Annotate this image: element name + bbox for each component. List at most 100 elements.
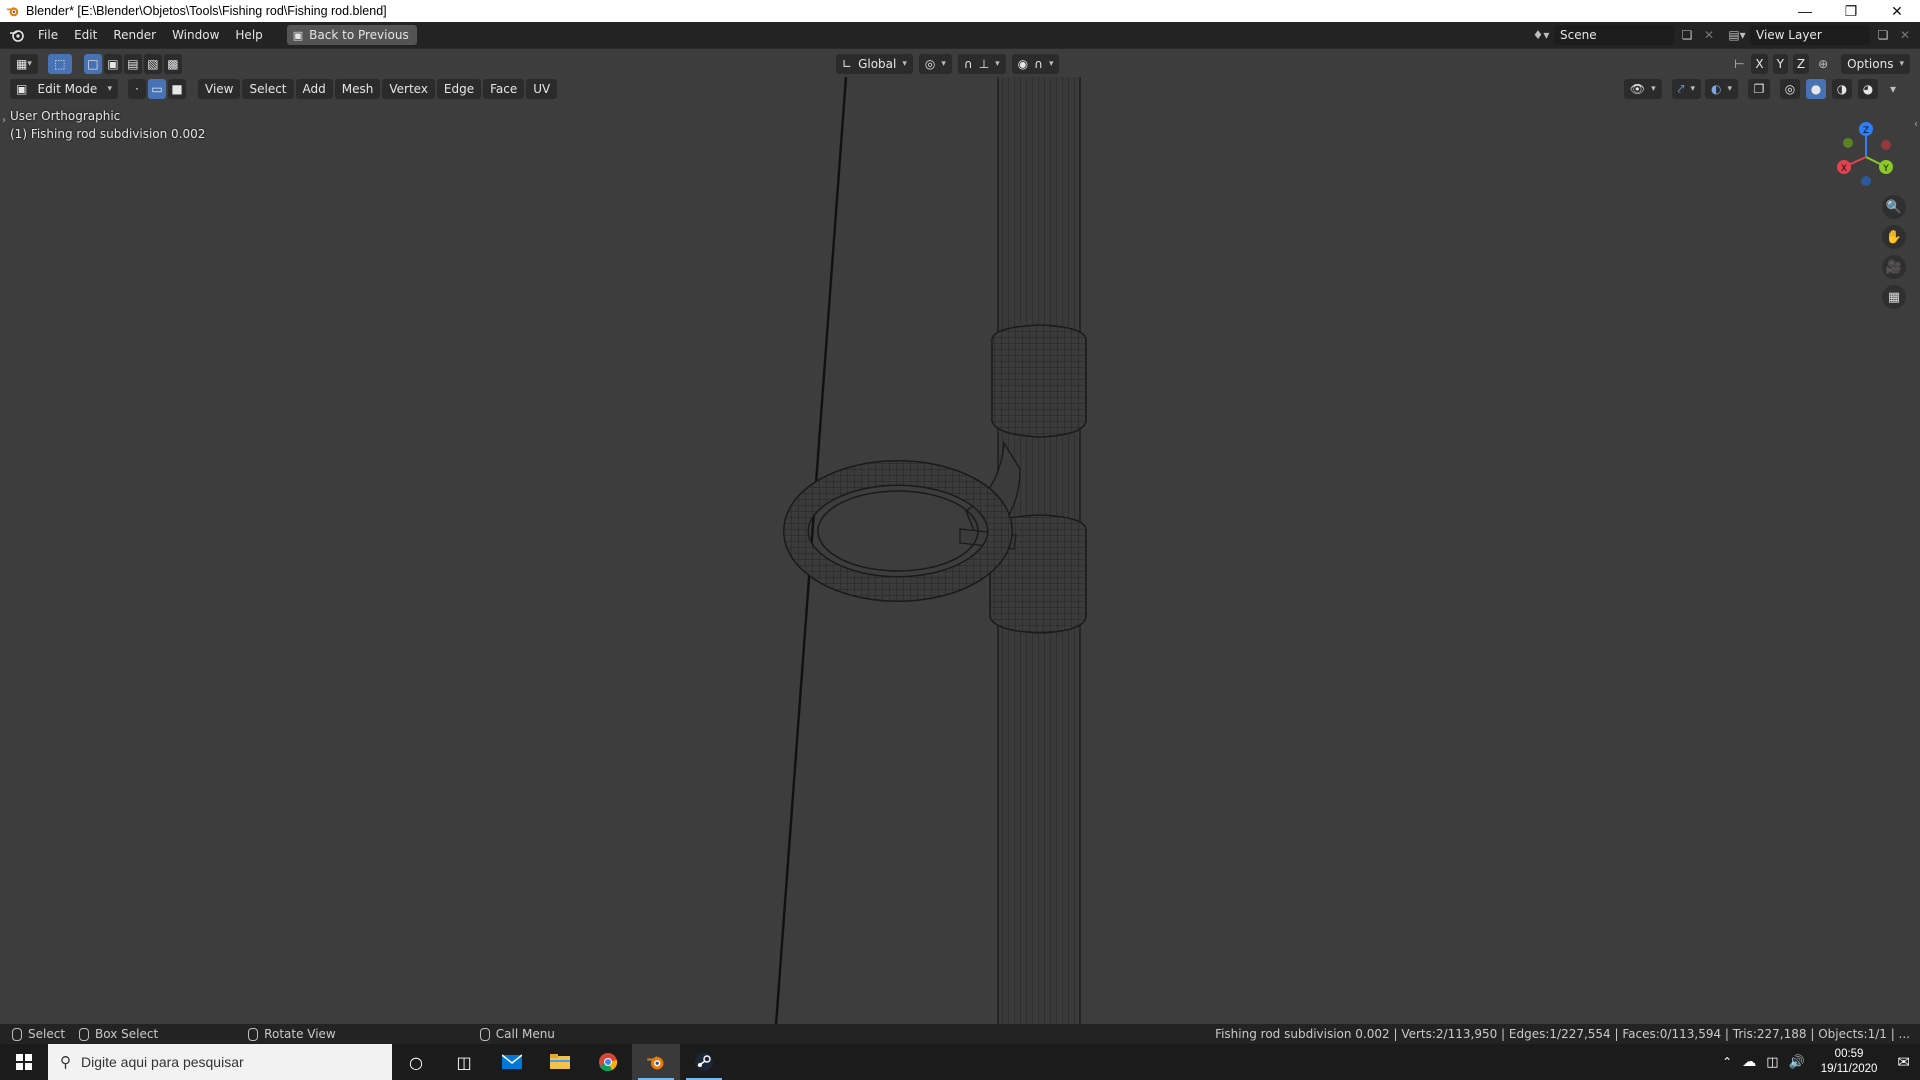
editor-type-button[interactable]: ▦ ▾ [10,54,38,74]
falloff-icon: ∩ [1034,57,1043,71]
perspective-grid-icon[interactable]: ▦ [1882,285,1906,309]
pivot-point-dropdown[interactable]: ◎ ▾ [918,54,952,74]
status-bar: Select Box Select Rotate View Call Menu … [0,1024,1920,1044]
pan-hand-icon[interactable]: ✋ [1882,225,1906,249]
gizmo-z-label: Z [1863,126,1869,136]
mail-app-icon[interactable] [488,1044,536,1080]
network-wifi-icon[interactable]: ◫ [1766,1055,1778,1070]
gizmos-dropdown[interactable]: ⤤ ▾ [1671,79,1701,99]
topbar-right-group: ♦▾ Scene ❏ ✕ ▤▾ View Layer ❏ ✕ [1532,24,1920,46]
select-mode-new-button[interactable]: □ [83,54,102,74]
select-mode-extend-button[interactable]: ▣ [103,54,122,74]
eye-icon: 👁 [1629,82,1646,96]
menu-help[interactable]: Help [227,24,270,46]
select-mode-intersect-button[interactable]: ▩ [163,54,182,74]
transform-orientation-dropdown[interactable]: ∟ Global ▾ [836,54,913,74]
overlays-dropdown[interactable]: ◐ ▾ [1704,79,1738,99]
view-layer-name: View Layer [1756,28,1822,42]
viewport-menu-view[interactable]: View [198,79,241,99]
minimize-button[interactable]: — [1782,0,1828,22]
viewport-menu-vertex[interactable]: Vertex [382,79,435,99]
magnet-icon: ∩ [963,57,973,71]
close-window-button[interactable]: ✕ [1874,0,1920,22]
status-rotate-view-label: Rotate View [264,1027,336,1041]
upper-collar [991,324,1087,438]
snap-dropdown[interactable]: ∩ ⊥ ▾ [957,54,1006,74]
task-view-icon[interactable]: ◫ [440,1044,488,1080]
mirror-y-button[interactable]: Y [1772,54,1788,74]
proportional-editing-dropdown[interactable]: ◉ ∩ ▾ [1011,54,1060,74]
chevron-down-icon: ▾ [1651,84,1656,94]
options-dropdown[interactable]: Options ▾ [1841,54,1910,74]
file-explorer-icon[interactable] [536,1044,584,1080]
volume-speaker-icon[interactable]: 🔊 [1789,1055,1805,1070]
taskbar-search-placeholder: Digite aqui para pesquisar [81,1054,244,1070]
xray-toggle-button[interactable]: ❐ [1748,79,1770,99]
taskbar-clock[interactable]: 00:59 19/11/2020 [1821,1047,1878,1077]
windows-start-button[interactable] [0,1044,48,1080]
chevron-down-icon: ▾ [902,59,907,69]
delete-view-layer-icon[interactable]: ✕ [1896,26,1914,44]
select-mode-subtract-button[interactable]: ▤ [123,54,142,74]
shading-options-chevron-icon[interactable]: ▾ [1884,80,1902,98]
viewport-menu-edge[interactable]: Edge [436,79,482,99]
show-hidden-icons-chevron-icon[interactable]: ⌃ [1722,1055,1732,1069]
view-layer-field[interactable]: View Layer [1750,25,1870,45]
menu-window[interactable]: Window [164,24,227,46]
viewport-menu-select[interactable]: Select [242,79,294,99]
scene-selector-icon[interactable]: ♦▾ [1532,26,1550,44]
solid-shading-button[interactable]: ● [1806,79,1826,99]
toolbar-toggle-chevron-icon[interactable]: › [2,115,6,126]
visibility-dropdown[interactable]: 👁 ▾ [1623,79,1662,99]
new-view-layer-icon[interactable]: ❏ [1874,26,1892,44]
window-title: Blender* [E:\Blender\Objetos\Tools\Fishi… [26,4,387,18]
select-mode-invert-button[interactable]: ▧ [143,54,162,74]
scene-statistics: Fishing rod subdivision 0.002 | Verts:2/… [1215,1027,1910,1041]
action-center-notification-icon[interactable]: ✉ [1897,1053,1910,1071]
status-call-menu: Call Menu [479,1027,555,1041]
viewport-center-tools: ∟ Global ▾ ◎ ▾ ∩ ⊥ ▾ ◉ ∩ ▾ [836,54,1060,74]
chevron-down-icon: ▾ [1048,59,1054,69]
steam-icon[interactable] [680,1044,728,1080]
edge-select-mode-button[interactable]: ▭ [148,79,166,99]
topology-mirror-icon[interactable]: ⊕ [1814,55,1832,73]
sidebar-toggle-chevron-icon[interactable]: ‹ [1914,119,1918,130]
taskbar-search-box[interactable]: ⚲ Digite aqui para pesquisar [48,1044,392,1080]
menu-file[interactable]: File [30,24,66,46]
material-shading-button[interactable]: ◑ [1832,79,1852,99]
rendered-shading-button[interactable]: ◕ [1858,79,1878,99]
face-select-mode-button[interactable]: ■ [168,79,186,99]
viewport-menu-mesh[interactable]: Mesh [334,79,381,99]
viewport-menu-uv[interactable]: UV [526,79,558,99]
mode-dropdown[interactable]: ▣ Edit Mode ▾ [10,79,118,99]
vertex-select-mode-button[interactable]: ⋅ [128,79,146,99]
blender-menu-icon[interactable] [8,26,26,44]
zoom-icon[interactable]: 🔍 [1882,195,1906,219]
view-layer-selector-icon[interactable]: ▤▾ [1728,26,1746,44]
viewport-menu-face[interactable]: Face [483,79,525,99]
wireframe-shading-button[interactable]: ◎ [1780,79,1800,99]
camera-view-icon[interactable]: 🎥 [1882,255,1906,279]
status-select-label: Select [28,1027,66,1041]
onedrive-cloud-icon[interactable]: ☁ [1742,1054,1756,1070]
shading-controls: 👁 ▾ ⤤ ▾ ◐ ▾ ❐ ◎ ● ◑ ◕ ▾ [1623,79,1902,99]
edit-mode-icon: ▣ [16,82,28,96]
new-scene-icon[interactable]: ❏ [1678,26,1696,44]
restore-button[interactable]: ❐ [1828,0,1874,22]
back-to-previous-button[interactable]: ▣ Back to Previous [286,25,417,45]
chevron-down-icon: ▾ [995,59,1000,69]
mirror-z-button[interactable]: Z [1792,54,1810,74]
select-tool-button[interactable]: ⬚ [47,54,72,74]
blender-taskbar-icon[interactable] [632,1044,680,1080]
3d-viewport[interactable]: ▦ ▾ ⬚ □ ▣ ▤ ▧ ▩ ∟ Global ▾ ◎ ▾ ∩ ⊥ ▾ ◉ ∩ ▾ ⊢ X… [0,48,1920,1024]
cortana-icon[interactable]: ○ [392,1044,440,1080]
viewport-menu-add[interactable]: Add [295,79,333,99]
delete-scene-icon[interactable]: ✕ [1700,26,1718,44]
menu-edit[interactable]: Edit [66,24,105,46]
navigation-gizmo[interactable]: Z Y X [1824,115,1908,199]
mirror-x-button[interactable]: X [1751,54,1768,74]
chrome-icon[interactable] [584,1044,632,1080]
view-name: User Orthographic [10,109,121,123]
scene-field[interactable]: Scene [1554,25,1674,45]
menu-render[interactable]: Render [105,24,164,46]
